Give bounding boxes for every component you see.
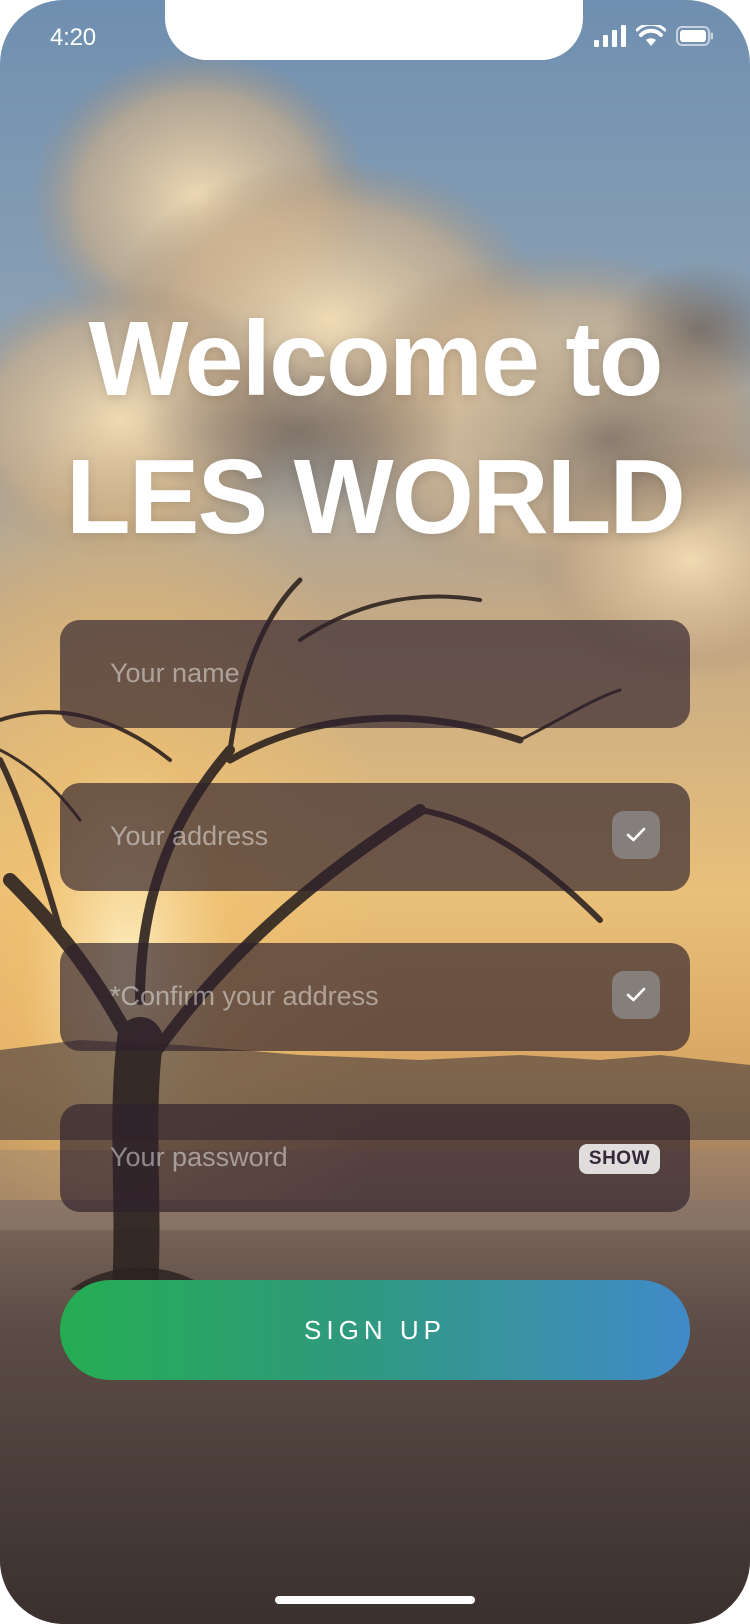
confirm-address-field-placeholder: *Confirm your address xyxy=(110,981,379,1011)
status-time: 4:20 xyxy=(50,24,96,51)
device-notch xyxy=(165,0,583,60)
name-field[interactable]: Your name xyxy=(60,620,690,728)
show-password-button[interactable]: SHOW xyxy=(578,1144,660,1174)
sign-up-button[interactable]: SIGN UP xyxy=(60,1280,690,1380)
status-icons xyxy=(594,22,714,52)
signal-icon xyxy=(594,25,626,52)
phone-screen: 4:20 Welcome to LES WORLD Your name Your… xyxy=(0,0,750,1624)
address-field-placeholder: Your address xyxy=(110,821,269,851)
checkmark-icon xyxy=(626,987,646,1002)
confirm-address-field[interactable]: *Confirm your address xyxy=(60,943,690,1051)
headline-line-1: Welcome to xyxy=(88,300,664,418)
address-check-button[interactable] xyxy=(612,811,660,859)
wifi-icon xyxy=(635,22,667,52)
headline-line-2: LES WORLD xyxy=(66,438,686,556)
checkmark-icon xyxy=(626,827,646,842)
home-indicator[interactable] xyxy=(275,1596,475,1604)
address-field[interactable]: Your address xyxy=(60,783,690,891)
battery-icon xyxy=(676,26,714,51)
confirm-address-check-button[interactable] xyxy=(612,971,660,1019)
password-field[interactable]: Your password SHOW xyxy=(60,1104,690,1212)
status-bar: 4:20 xyxy=(0,0,750,80)
password-field-placeholder: Your password xyxy=(110,1142,288,1172)
name-field-placeholder: Your name xyxy=(110,658,240,688)
welcome-headline: Welcome to LES WORLD xyxy=(0,290,750,566)
